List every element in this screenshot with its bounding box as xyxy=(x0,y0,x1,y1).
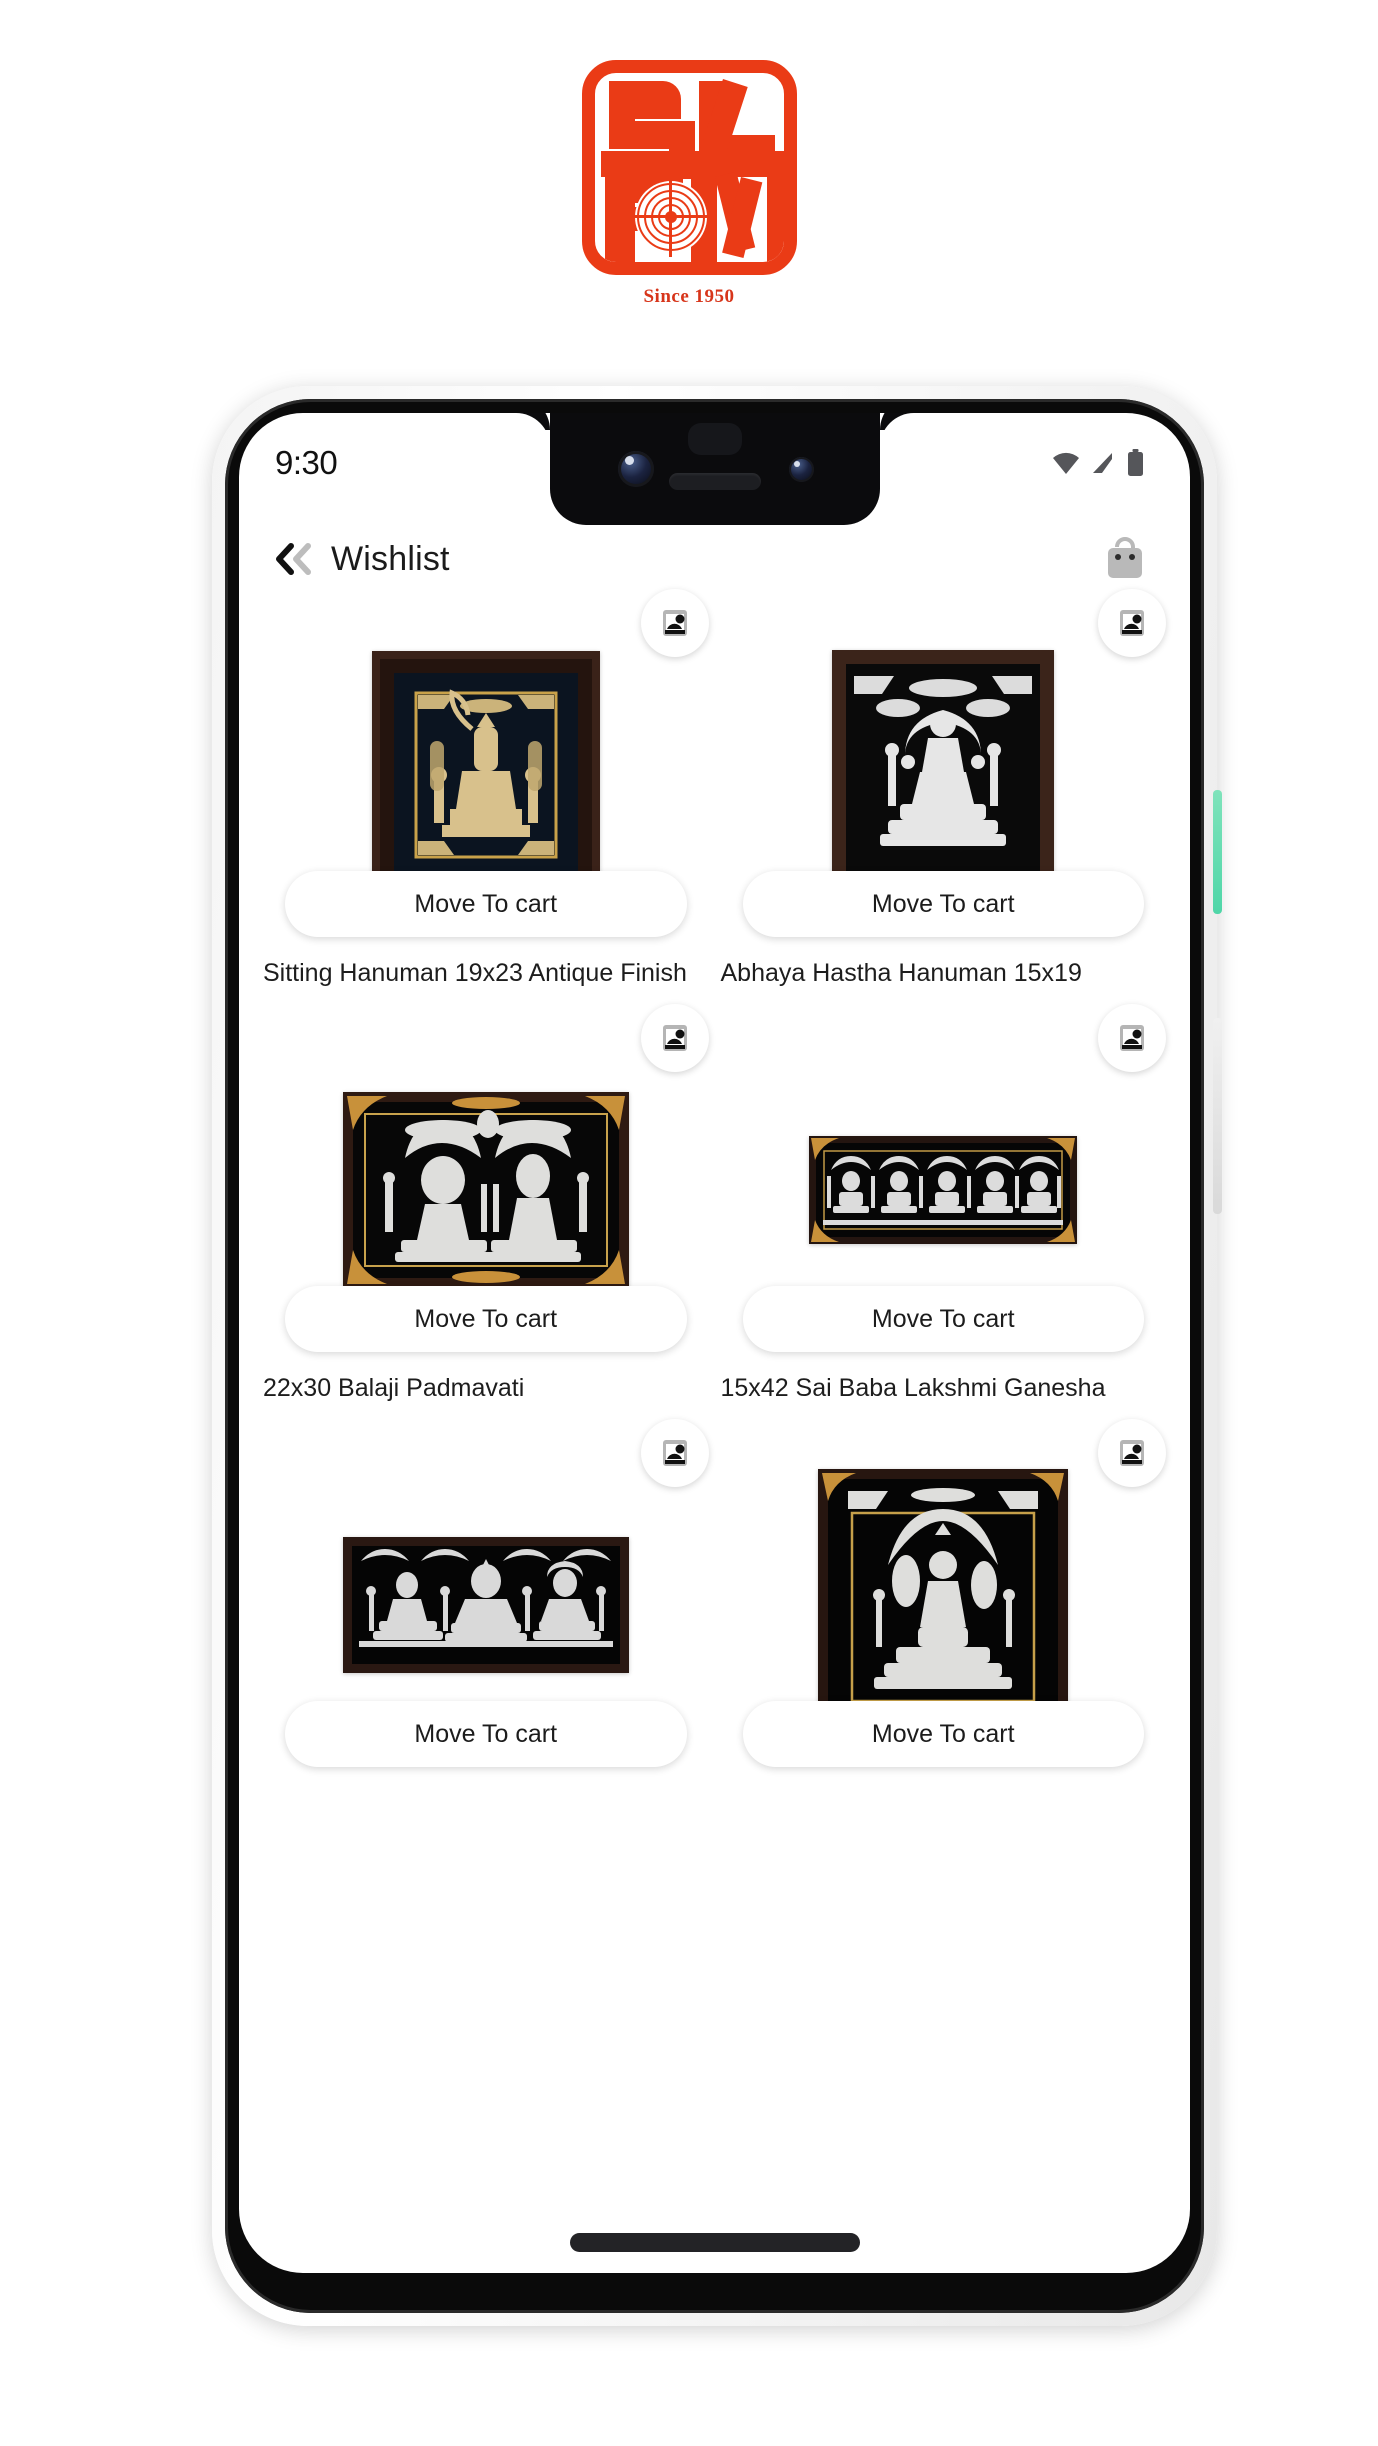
product-title: 22x30 Balaji Padmavati xyxy=(263,1374,525,1402)
power-button[interactable] xyxy=(1213,790,1222,914)
trash-icon xyxy=(662,1025,687,1051)
wishlist-item[interactable]: Move To cart 15x42 Sai Baba Lakshmi Gane… xyxy=(715,1004,1173,1433)
product-title: 15x42 Sai Baba Lakshmi Ganesha xyxy=(720,1374,1106,1402)
phone-mockup: 9:30 Wishlist Move To cart Sitting Hanum… xyxy=(212,386,1222,2326)
move-to-cart-button[interactable]: Move To cart xyxy=(285,1286,687,1352)
slv-pw-logo xyxy=(581,60,797,275)
trash-icon xyxy=(662,610,687,636)
delete-item-button[interactable] xyxy=(1098,589,1166,657)
delete-item-button[interactable] xyxy=(1098,1004,1166,1072)
wishlist-item[interactable]: Move To cart Sitting Hanuman 19x23 Antiq… xyxy=(257,589,715,1018)
move-to-cart-button[interactable]: Move To cart xyxy=(285,871,687,937)
shopping-bag-icon xyxy=(1108,536,1142,578)
wishlist-item[interactable]: Move To cart 22x30 Balaji Padmavati xyxy=(257,1004,715,1433)
trash-icon xyxy=(1120,1440,1144,1466)
delete-item-button[interactable] xyxy=(640,1419,709,1487)
product-artwork-balaji-padmavati xyxy=(342,1092,629,1288)
back-double-chevron-icon xyxy=(276,543,311,575)
delete-item-button[interactable] xyxy=(1098,1419,1166,1487)
move-to-cart-button[interactable]: Move To cart xyxy=(742,1286,1144,1352)
wishlist-item[interactable]: Move To cart Abhaya Hastha Hanuman 15x19 xyxy=(715,589,1173,1018)
product-artwork-sitting-hanuman xyxy=(371,651,600,899)
move-to-cart-button[interactable]: Move To cart xyxy=(285,1701,687,1767)
page-title: Wishlist xyxy=(331,539,450,578)
product-title: Abhaya Hastha Hanuman 15x19 xyxy=(720,959,1082,987)
cart-button[interactable] xyxy=(1102,533,1148,586)
move-to-cart-button[interactable]: Move To cart xyxy=(742,1701,1144,1767)
product-artwork-three-deity-panel xyxy=(342,1537,629,1673)
status-bar: 9:30 xyxy=(239,413,1190,513)
product-artwork-sai-baba-lakshmi-ganesha xyxy=(809,1136,1078,1244)
product-artwork-abhaya-hastha xyxy=(832,650,1055,900)
move-to-cart-button[interactable]: Move To cart xyxy=(742,871,1144,937)
wishlist-grid: Move To cart Sitting Hanuman 19x23 Antiq… xyxy=(239,589,1190,2273)
brand-tagline: Since 1950 xyxy=(643,286,735,307)
delete-item-button[interactable] xyxy=(640,1004,709,1072)
trash-icon xyxy=(662,1440,687,1466)
phone-screen: 9:30 Wishlist Move To cart Sitting Hanum… xyxy=(239,413,1190,2273)
trash-icon xyxy=(1120,610,1144,636)
wishlist-item[interactable]: Move To cart xyxy=(257,1419,715,1848)
bottom-speaker-grille xyxy=(569,2233,860,2252)
back-button[interactable] xyxy=(273,542,317,576)
wishlist-item[interactable]: Move To cart xyxy=(715,1419,1173,1848)
cellular-signal-icon xyxy=(1093,453,1112,473)
delete-item-button[interactable] xyxy=(640,589,709,657)
volume-button[interactable] xyxy=(1213,1018,1222,1214)
trash-icon xyxy=(1120,1025,1144,1051)
status-icon-group xyxy=(1051,449,1144,477)
battery-icon xyxy=(1128,449,1143,476)
target-rings-icon xyxy=(630,177,711,257)
brand-header: Since 1950 xyxy=(0,0,1378,308)
app-bar: Wishlist xyxy=(239,513,1190,605)
status-clock: 9:30 xyxy=(275,444,338,481)
product-title: Sitting Hanuman 19x23 Antique Finish xyxy=(263,959,687,987)
wifi-icon xyxy=(1053,452,1079,474)
